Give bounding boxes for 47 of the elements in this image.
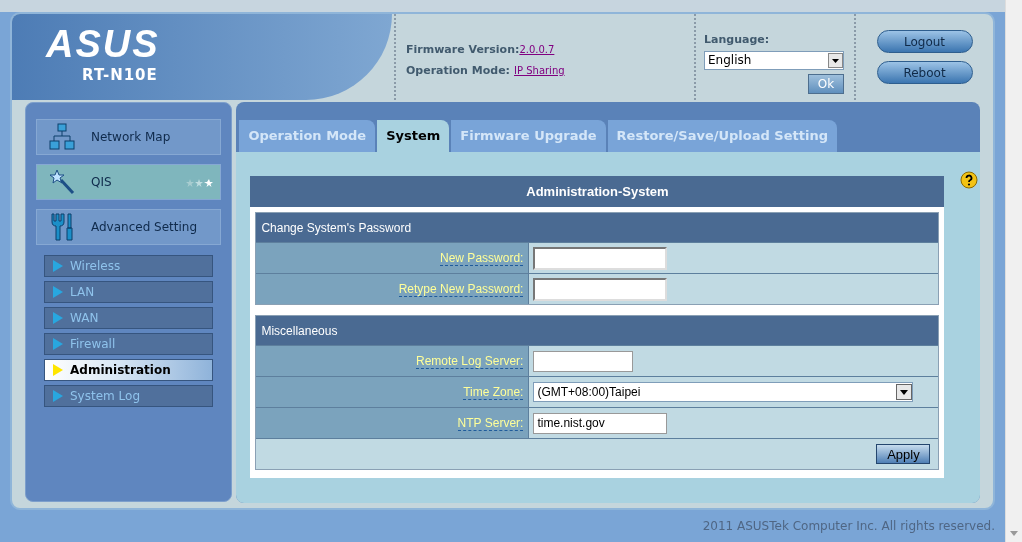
language-label: Language: [704, 32, 771, 48]
help-icon[interactable] [960, 171, 979, 189]
logo: ASUS [46, 24, 160, 64]
panel-title: Administration-System [525, 182, 670, 201]
field-label: NTP Server: [457, 415, 524, 431]
language-select[interactable]: English [704, 50, 844, 70]
tools-icon [49, 212, 75, 242]
sidebar-submenu-item[interactable]: Firewall [44, 333, 214, 355]
tab[interactable]: System [377, 120, 450, 152]
triangle-icon [53, 338, 63, 350]
triangle-icon [53, 312, 63, 324]
text-field[interactable] [533, 350, 634, 372]
apply-button[interactable]: Apply [876, 444, 931, 464]
field-label: Time Zone: [463, 384, 524, 400]
sidebar-submenu-item[interactable]: Wireless [44, 255, 214, 277]
mode-link[interactable]: IP Sharing [514, 62, 565, 78]
section-header: Change System's Password [256, 213, 939, 242]
triangle-icon [53, 286, 63, 298]
network-icon [49, 123, 75, 151]
section-header: Miscellaneous [256, 316, 939, 345]
firmware-link[interactable]: 2.0.0.7 [519, 42, 555, 57]
time-zone-select[interactable]: (GMT+08:00)Taipei [533, 382, 914, 402]
field-label: New Password: [440, 250, 524, 266]
mode-label: Operation Mode: [406, 62, 511, 79]
triangle-icon [53, 260, 63, 272]
sidebar-submenu-item[interactable]: System Log [44, 385, 214, 407]
scrollbar[interactable] [1005, 0, 1022, 542]
sidebar-submenu-item[interactable]: LAN [44, 281, 214, 303]
password-field[interactable] [533, 277, 668, 301]
triangle-icon [53, 364, 63, 376]
magic-wand-icon [49, 168, 75, 196]
sidebar-menu-item[interactable]: Advanced Setting [36, 209, 222, 245]
copyright-text: 2011 ASUSTek Computer Inc. All rights reserved. [702, 518, 995, 535]
triangle-icon [53, 390, 63, 402]
stars-icon [186, 179, 215, 188]
reboot-button[interactable]: Reboot [876, 61, 973, 84]
password-field[interactable] [533, 246, 668, 270]
field-label: Remote Log Server: [416, 353, 524, 369]
logout-button[interactable]: Logout [876, 30, 973, 53]
field-label: Retype New Password: [398, 281, 524, 297]
firmware-label: Firmware Version: [406, 42, 520, 58]
sidebar-submenu-item[interactable]: WAN [44, 307, 214, 329]
sidebar-submenu-item[interactable]: Administration [44, 359, 214, 381]
sidebar-menu-item[interactable]: Network Map [36, 119, 222, 155]
model-name: RT-N10E [82, 65, 158, 86]
text-field[interactable]: time.nist.gov [533, 412, 668, 434]
scroll-down-arrow-icon[interactable] [1010, 531, 1018, 536]
